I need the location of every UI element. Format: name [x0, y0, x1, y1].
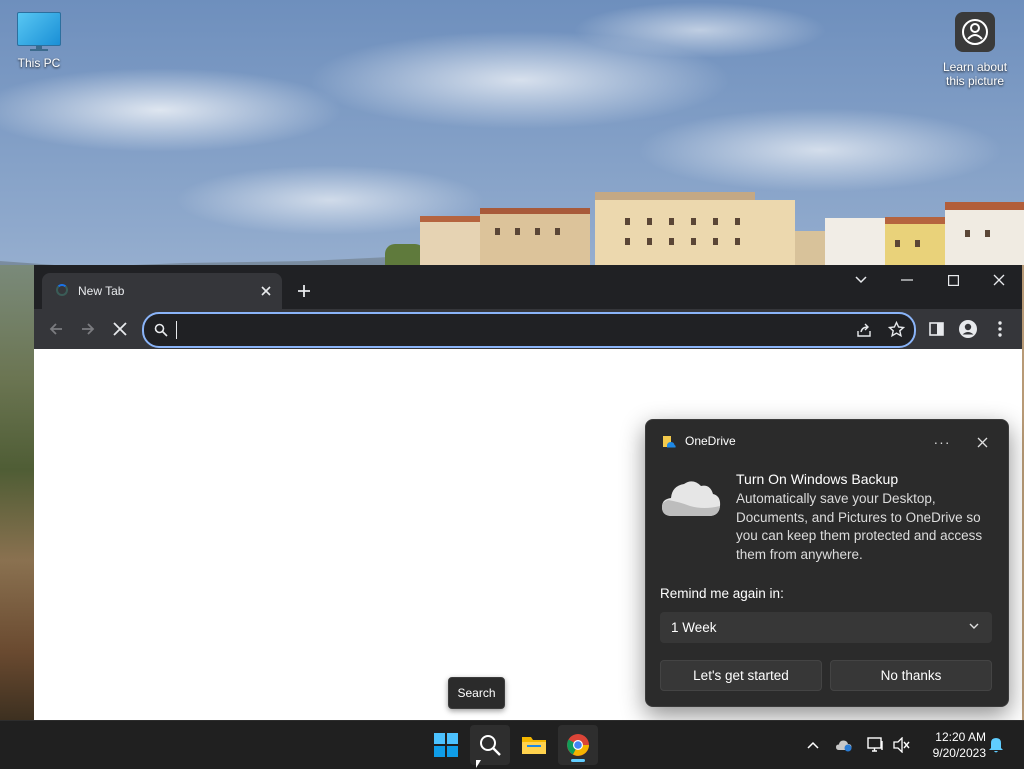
plus-icon — [298, 285, 310, 297]
notification-close-button[interactable] — [970, 430, 994, 454]
desktop-icon-label: Learn about this picture — [942, 60, 1008, 88]
search-icon — [480, 735, 501, 756]
notification-more-button[interactable]: ··· — [930, 430, 954, 454]
minimize-button[interactable] — [884, 265, 930, 295]
forward-button[interactable] — [74, 315, 102, 343]
arrow-right-icon — [82, 323, 95, 335]
chevron-down-icon — [855, 276, 867, 284]
chevron-down-icon — [969, 623, 979, 629]
cloud-icon — [836, 740, 852, 752]
town-buildings — [385, 190, 1024, 266]
new-tab-button[interactable] — [290, 277, 318, 305]
side-panel-icon — [928, 322, 944, 336]
share-button[interactable] — [856, 322, 872, 343]
volume-muted-icon — [893, 737, 910, 753]
tab-search-button[interactable] — [838, 265, 884, 295]
tab-strip: New Tab — [34, 265, 1022, 309]
clock-time: 12:20 AM — [935, 730, 986, 744]
close-icon — [993, 274, 1005, 286]
show-hidden-icons-button[interactable] — [803, 735, 823, 755]
remind-label: Remind me again in: — [660, 586, 784, 601]
bookmark-button[interactable] — [887, 320, 906, 343]
loading-spinner-icon — [56, 284, 68, 296]
address-bar[interactable] — [142, 312, 916, 348]
cloud-icon — [662, 481, 721, 516]
volume-button[interactable] — [892, 735, 912, 755]
kebab-menu-icon — [998, 321, 1002, 337]
bell-icon — [989, 738, 1003, 753]
menu-button[interactable] — [986, 315, 1014, 343]
search-icon — [154, 323, 168, 337]
avatar-icon — [959, 320, 977, 338]
onedrive-tray-button[interactable] — [834, 735, 854, 755]
stop-loading-button[interactable] — [106, 315, 134, 343]
taskbar: 12:20 AM 9/20/2023 — [0, 720, 1024, 769]
remind-interval-select[interactable]: 1 Week — [660, 612, 992, 643]
desktop-icon-learn-about-picture[interactable]: Learn about this picture — [938, 12, 1012, 88]
notification-body: Automatically save your Desktop, Documen… — [736, 491, 983, 562]
start-button[interactable] — [426, 725, 466, 765]
maximize-button[interactable] — [930, 265, 976, 295]
onedrive-app-icon — [663, 436, 676, 448]
mouse-pointer — [476, 760, 481, 768]
file-explorer-button[interactable] — [514, 725, 554, 765]
taskbar-search-button[interactable] — [470, 725, 510, 765]
window-close-button[interactable] — [976, 265, 1022, 295]
desktop-icon-label: This PC — [17, 56, 61, 70]
star-icon — [887, 320, 906, 338]
lets-get-started-button[interactable]: Let's get started — [660, 660, 822, 691]
text-cursor — [176, 321, 177, 339]
clock-date: 9/20/2023 — [932, 746, 986, 760]
back-button[interactable] — [42, 315, 70, 343]
side-panel-button[interactable] — [922, 315, 950, 343]
browser-toolbar — [34, 309, 1022, 349]
chevron-up-icon — [807, 741, 819, 749]
close-icon — [261, 286, 271, 296]
monitor-icon — [17, 12, 61, 51]
camera-info-icon — [955, 12, 995, 52]
folder-icon — [522, 737, 546, 754]
cliff-edge — [0, 265, 34, 720]
network-icon — [867, 737, 883, 752]
tab-new-tab[interactable]: New Tab — [42, 273, 282, 309]
desktop-icon-this-pc[interactable]: This PC — [10, 12, 68, 70]
maximize-icon — [947, 274, 959, 286]
notification-app-name: OneDrive — [685, 434, 736, 448]
network-button[interactable] — [866, 735, 886, 755]
close-icon — [977, 437, 987, 447]
windows-logo-icon — [434, 733, 458, 757]
onedrive-notification: OneDrive ··· Turn On Windows Backup Auto… — [645, 419, 1009, 707]
active-indicator — [571, 759, 585, 762]
share-icon — [857, 323, 871, 337]
chrome-taskbar-button[interactable] — [558, 725, 598, 765]
remind-interval-value: 1 Week — [671, 620, 717, 635]
address-input[interactable] — [174, 320, 838, 342]
search-tooltip: Search — [448, 677, 505, 709]
close-icon — [113, 322, 127, 336]
tab-title: New Tab — [78, 284, 125, 298]
tab-close-button[interactable] — [256, 281, 276, 301]
clock[interactable]: 12:20 AM 9/20/2023 — [920, 729, 986, 761]
notification-heading: Turn On Windows Backup — [736, 471, 899, 487]
profile-button[interactable] — [954, 315, 982, 343]
no-thanks-button[interactable]: No thanks — [830, 660, 992, 691]
notifications-button[interactable] — [986, 735, 1006, 755]
chrome-icon — [567, 734, 589, 756]
minimize-icon — [901, 279, 913, 281]
arrow-left-icon — [49, 323, 62, 335]
